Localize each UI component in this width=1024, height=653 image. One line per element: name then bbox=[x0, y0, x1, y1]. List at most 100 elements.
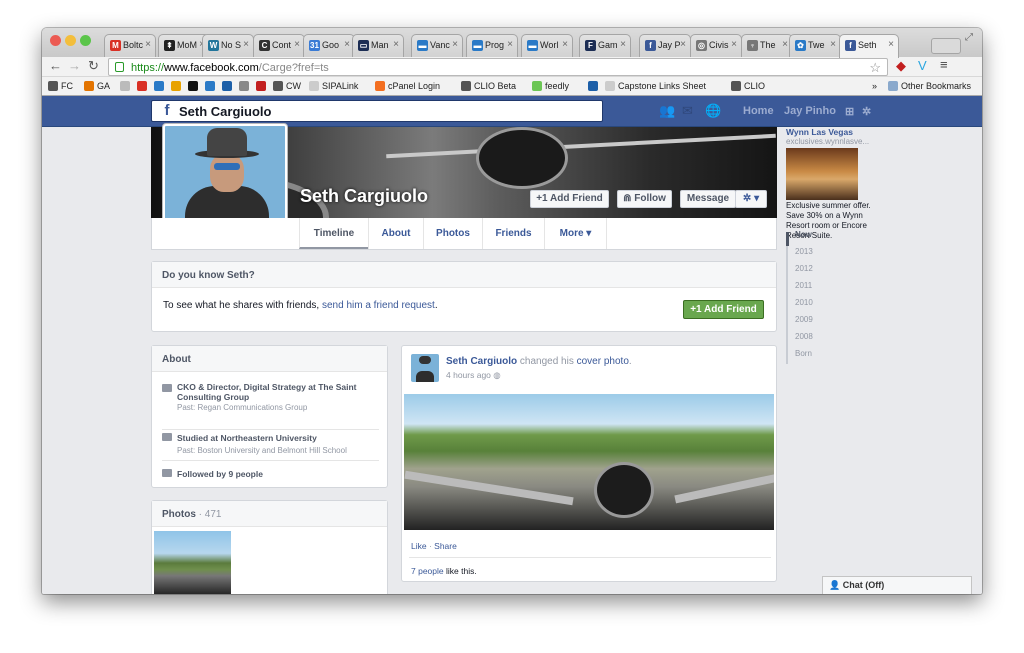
settings-gear-icon[interactable]: ✲ bbox=[862, 105, 871, 118]
tab-3[interactable]: C Cont × bbox=[253, 34, 305, 57]
profile-options-button[interactable]: ✲ ▾ bbox=[735, 190, 767, 208]
post-timestamp[interactable]: 4 hours ago bbox=[446, 370, 491, 380]
tab-7[interactable]: ▬ Prog × bbox=[466, 34, 518, 57]
bookmark-item[interactable]: GA bbox=[84, 81, 110, 91]
bookmark-item[interactable]: Capstone Links Sheet bbox=[605, 81, 706, 91]
nav-home-link[interactable]: Home bbox=[743, 105, 774, 117]
bookmark-item[interactable] bbox=[239, 81, 252, 91]
message-button[interactable]: Message bbox=[680, 190, 736, 208]
bookmark-item[interactable] bbox=[205, 81, 218, 91]
fullscreen-icon[interactable]: ⤢ bbox=[965, 32, 973, 43]
back-icon[interactable]: ← bbox=[49, 58, 62, 73]
tab-close-icon[interactable]: × bbox=[243, 39, 249, 50]
search-input[interactable]: Seth Cargiuolo bbox=[151, 100, 603, 122]
tab-12[interactable]: ♆ The × bbox=[741, 34, 793, 57]
year-link[interactable]: 2009 bbox=[795, 315, 813, 324]
forward-icon[interactable]: → bbox=[68, 58, 81, 73]
friend-requests-icon[interactable]: 👥 bbox=[659, 103, 675, 118]
tab-10[interactable]: f Jay P × bbox=[639, 34, 691, 57]
tab-9[interactable]: F Gam × bbox=[579, 34, 631, 57]
tab-6[interactable]: ▬ Vanc × bbox=[411, 34, 463, 57]
tab-close-icon[interactable]: × bbox=[145, 39, 151, 50]
zoom-window-button[interactable] bbox=[80, 35, 91, 46]
tab-5[interactable]: ▭ Man × bbox=[352, 34, 404, 57]
likes-people-link[interactable]: 7 people bbox=[411, 566, 444, 576]
tab-14[interactable]: f Seth × bbox=[839, 34, 899, 58]
facebook-logo-icon[interactable]: f bbox=[159, 102, 175, 119]
bookmark-item[interactable] bbox=[171, 81, 184, 91]
chat-bar[interactable]: 👤 Chat (Off) bbox=[822, 576, 972, 594]
bookmark-item[interactable] bbox=[588, 81, 601, 91]
tab-close-icon[interactable]: × bbox=[782, 39, 788, 50]
menu-icon[interactable]: ≡ bbox=[940, 57, 948, 72]
followers-link[interactable]: 9 people bbox=[228, 469, 262, 479]
year-link[interactable]: 2008 bbox=[795, 332, 813, 341]
add-friend-button[interactable]: +1 Add Friend bbox=[530, 190, 609, 208]
year-link[interactable]: Now bbox=[795, 230, 812, 239]
tab-8[interactable]: ▬ Worl × bbox=[521, 34, 573, 57]
tab-close-icon[interactable]: × bbox=[731, 39, 737, 50]
bookmarks-overflow[interactable]: » bbox=[872, 81, 877, 91]
tab-4[interactable]: 31 Goo × bbox=[303, 34, 355, 57]
ad-image[interactable] bbox=[786, 148, 858, 200]
about-education-link[interactable]: Northeastern University bbox=[220, 433, 316, 443]
post-author-avatar[interactable] bbox=[411, 354, 439, 382]
share-link[interactable]: Share bbox=[434, 541, 457, 551]
photos-title[interactable]: Photos bbox=[162, 509, 196, 520]
tab-13[interactable]: ✿ Twe × bbox=[789, 34, 841, 57]
tab-about[interactable]: About bbox=[368, 218, 423, 249]
tab-close-icon[interactable]: × bbox=[393, 39, 399, 50]
privacy-shortcuts-icon[interactable]: ⊞ bbox=[845, 105, 854, 118]
minimize-window-button[interactable] bbox=[65, 35, 76, 46]
bookmark-item[interactable]: cPanel Login bbox=[375, 81, 440, 91]
reload-icon[interactable]: ↻ bbox=[88, 58, 99, 74]
bookmark-star-icon[interactable]: ☆ bbox=[869, 60, 881, 76]
post-author-link[interactable]: Seth Cargiuolo bbox=[446, 356, 517, 367]
bookmark-item[interactable] bbox=[256, 81, 269, 91]
bookmark-item[interactable]: FC bbox=[48, 81, 73, 91]
tab-close-icon[interactable]: × bbox=[452, 39, 458, 50]
tab-timeline[interactable]: Timeline bbox=[299, 218, 368, 249]
tab-0[interactable]: M Boltc × bbox=[104, 34, 156, 57]
tab-close-icon[interactable]: × bbox=[620, 39, 626, 50]
tab-close-icon[interactable]: × bbox=[294, 39, 300, 50]
bookmark-item[interactable]: CLIO bbox=[731, 81, 765, 91]
send-friend-request-link[interactable]: send him a friend request bbox=[322, 300, 435, 311]
bookmark-item[interactable] bbox=[154, 81, 167, 91]
tab-2[interactable]: W No S × bbox=[202, 34, 254, 57]
bookmark-item[interactable]: SIPALink bbox=[309, 81, 358, 91]
year-link[interactable]: 2011 bbox=[795, 281, 812, 290]
extension-icon[interactable]: ◆ bbox=[896, 58, 906, 74]
like-link[interactable]: Like bbox=[411, 541, 427, 551]
tab-more[interactable]: More ▾ bbox=[544, 218, 607, 249]
year-link[interactable]: 2010 bbox=[795, 298, 813, 307]
post-photo[interactable] bbox=[404, 394, 774, 530]
messages-icon[interactable]: ✉ bbox=[682, 103, 698, 118]
extension-v-icon[interactable]: V bbox=[918, 58, 927, 73]
year-link[interactable]: 2012 bbox=[795, 264, 813, 273]
year-link[interactable]: Born bbox=[795, 349, 812, 358]
tab-friends[interactable]: Friends bbox=[482, 218, 544, 249]
year-link[interactable]: 2013 bbox=[795, 247, 813, 256]
profile-name[interactable]: Seth Cargiuolo bbox=[300, 186, 428, 207]
tab-photos[interactable]: Photos bbox=[423, 218, 482, 249]
tab-close-icon[interactable]: × bbox=[344, 39, 350, 50]
bookmark-item[interactable]: CW bbox=[273, 81, 301, 91]
cover-photo-link[interactable]: cover photo bbox=[577, 356, 629, 367]
notifications-icon[interactable]: 🌐 bbox=[705, 103, 721, 118]
bookmark-item[interactable] bbox=[137, 81, 150, 91]
photo-thumbnail[interactable] bbox=[154, 531, 231, 594]
bookmark-item[interactable]: CLIO Beta bbox=[461, 81, 516, 91]
close-window-button[interactable] bbox=[50, 35, 61, 46]
bookmark-item[interactable] bbox=[120, 81, 133, 91]
other-bookmarks[interactable]: Other Bookmarks bbox=[888, 81, 971, 91]
tab-close-icon[interactable]: × bbox=[680, 39, 686, 50]
bookmark-item[interactable] bbox=[188, 81, 201, 91]
nav-user-link[interactable]: Jay Pinho bbox=[784, 105, 836, 117]
tab-close-icon[interactable]: × bbox=[562, 39, 568, 50]
tab-11[interactable]: ◎ Civis × bbox=[690, 34, 742, 57]
follow-button[interactable]: ⋒ Follow bbox=[617, 190, 672, 208]
tab-close-icon[interactable]: × bbox=[507, 39, 513, 50]
bookmark-item[interactable]: feedly bbox=[532, 81, 569, 91]
tab-close-icon[interactable]: × bbox=[830, 39, 836, 50]
